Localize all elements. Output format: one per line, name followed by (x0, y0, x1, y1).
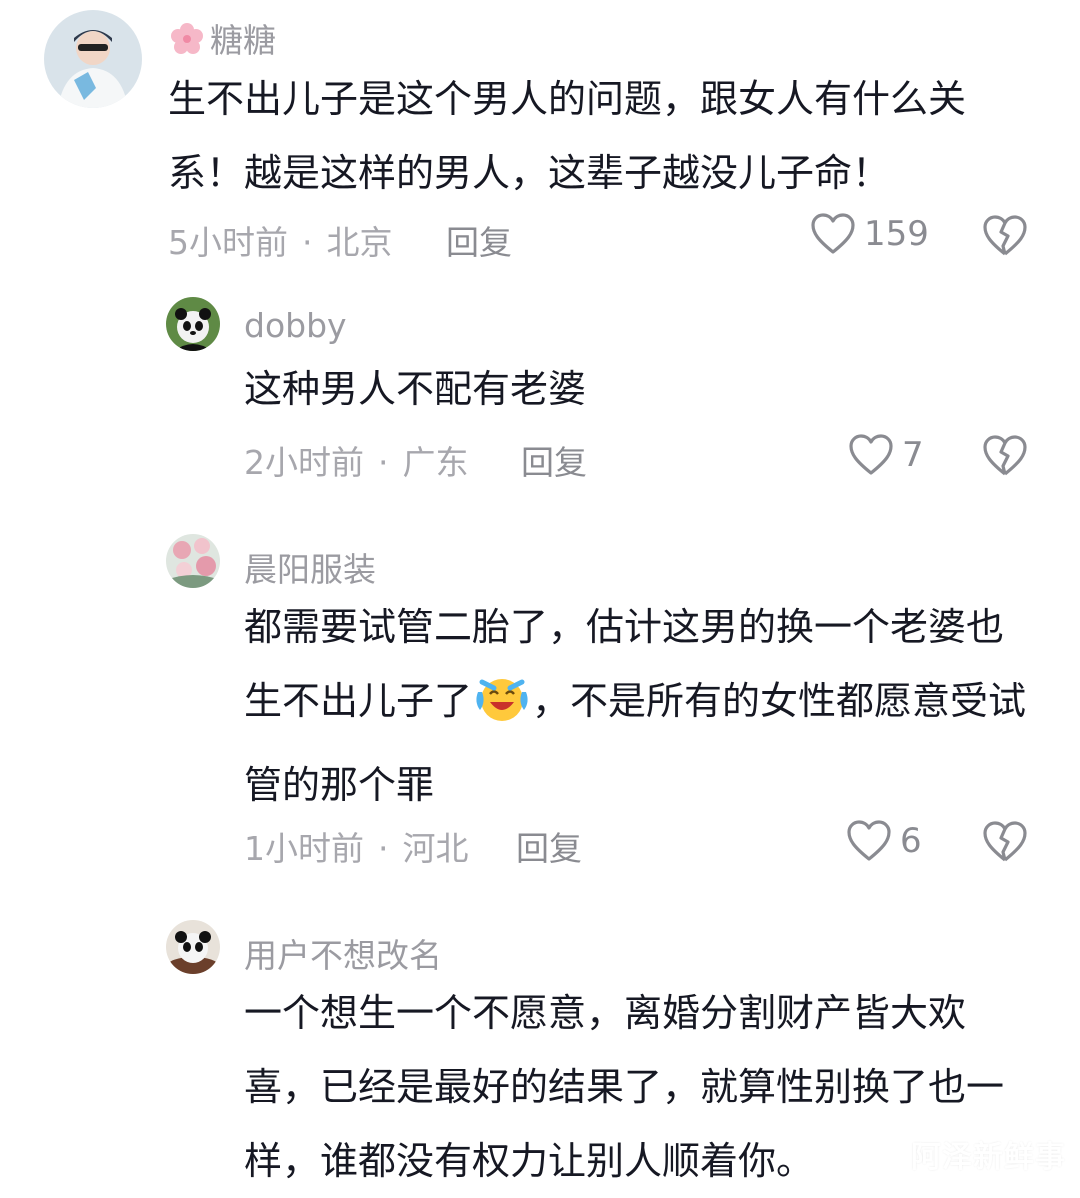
comment-meta: 1小时前 · 河北 (244, 822, 469, 870)
comment-text: 生不出儿子是这个男人的问题，跟女人有什么关系！越是这样的男人，这辈子越没儿子命！ (168, 77, 967, 195)
comment-time: 5小时前 (168, 223, 288, 262)
comment-text: 这种男人不配有老婆 (244, 367, 587, 411)
username[interactable]: dobby (244, 306, 347, 345)
comment-text: 都需要试管二胎了，估计这男的换一个老婆也生不出儿子了 ，不是所有的女性都愿意受试… (244, 590, 1034, 822)
reply-button[interactable]: 回复 (446, 216, 512, 264)
user-avatar[interactable] (166, 534, 220, 588)
comment-location: 北京 (326, 223, 393, 262)
comment-meta: 5小时前 · 北京 (168, 216, 393, 264)
laughing-crying-emoji-icon (472, 674, 532, 748)
heart-icon (847, 820, 891, 861)
watermark: 阿泽新鲜事 (911, 1140, 1066, 1176)
user-avatar[interactable] (44, 10, 142, 108)
comment-meta: 2小时前 · 广东 (244, 436, 469, 484)
comment-location: 广东 (402, 443, 469, 482)
broken-heart-icon (983, 215, 1027, 256)
reply-button[interactable]: 回复 (516, 822, 582, 870)
like-button[interactable]: 159 (810, 212, 929, 256)
user-photo-avatar-icon (44, 10, 142, 108)
comment-location: 河北 (402, 829, 469, 868)
panda-avatar-2-icon (166, 920, 220, 974)
user-avatar[interactable] (166, 920, 220, 974)
heart-icon (849, 434, 893, 475)
username-text: 糖糖 (210, 21, 276, 60)
separator: · (378, 443, 389, 482)
username[interactable]: 晨阳服装 (244, 543, 376, 591)
username[interactable]: 糖糖 (170, 14, 276, 64)
like-button[interactable]: 6 (846, 819, 922, 863)
like-count: 159 (864, 214, 929, 254)
heart-icon (811, 213, 855, 254)
dislike-button[interactable] (982, 820, 1028, 868)
comment-time: 1小时前 (244, 829, 364, 868)
dislike-button[interactable] (982, 434, 1028, 482)
panda-avatar-icon (166, 297, 220, 351)
cherry-blossom-icon (170, 22, 204, 64)
separator: · (302, 223, 313, 262)
user-avatar[interactable] (166, 297, 220, 351)
like-count: 7 (902, 435, 924, 475)
flower-photo-avatar-icon (166, 534, 220, 588)
broken-heart-icon (983, 821, 1027, 862)
reply-button[interactable]: 回复 (521, 436, 587, 484)
like-button[interactable]: 7 (848, 433, 924, 477)
dislike-button[interactable] (982, 214, 1028, 262)
broken-heart-icon (983, 435, 1027, 476)
comment-time: 2小时前 (244, 443, 364, 482)
separator: · (378, 829, 389, 868)
username[interactable]: 用户不想改名 (244, 929, 442, 977)
like-count: 6 (900, 821, 922, 861)
